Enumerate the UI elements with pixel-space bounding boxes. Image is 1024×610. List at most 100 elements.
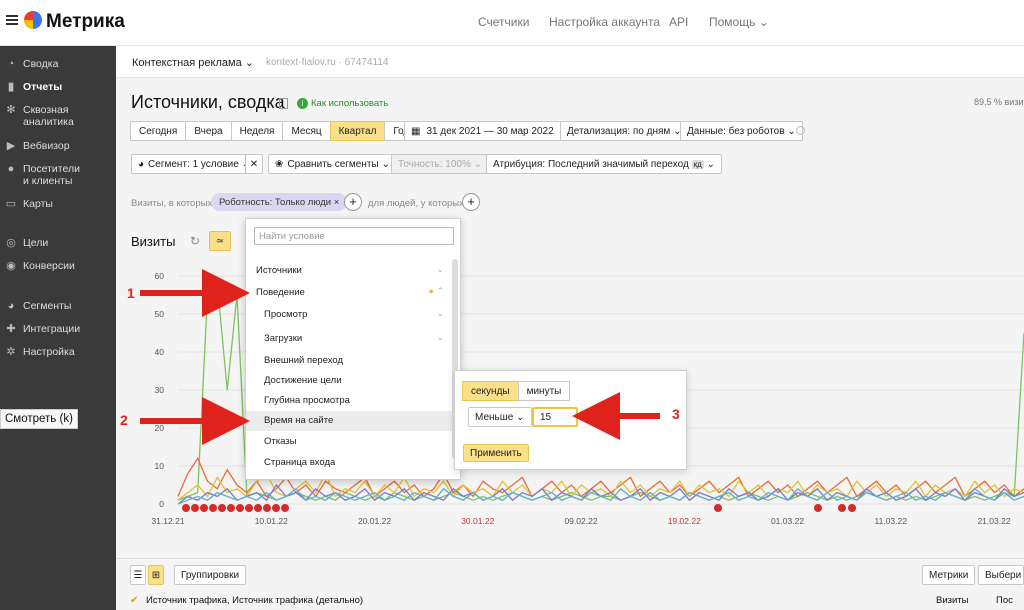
tree-view-button[interactable]: ⊞ bbox=[148, 565, 164, 585]
refresh-icon[interactable]: ↻ bbox=[190, 234, 200, 248]
help-icon[interactable] bbox=[796, 126, 805, 135]
holiday-marker[interactable] bbox=[182, 504, 190, 512]
holiday-marker[interactable] bbox=[236, 504, 244, 512]
period-week-button[interactable]: Неделя bbox=[230, 121, 284, 141]
sidebar-item-label: Конверсии bbox=[23, 260, 75, 272]
column-pos[interactable]: Пос bbox=[996, 595, 1013, 606]
dd-item-time-on-site[interactable]: Время на сайте bbox=[246, 411, 452, 431]
segment-clear-button[interactable]: ✕ bbox=[245, 154, 263, 174]
sidebar-item-goals[interactable]: ◎ Цели bbox=[5, 237, 115, 249]
bar-chart-icon: ▮ bbox=[7, 81, 15, 93]
annotation-3: 3 bbox=[672, 406, 680, 422]
period-month-button[interactable]: Месяц bbox=[282, 121, 331, 141]
period-today-button[interactable]: Сегодня bbox=[130, 121, 187, 141]
period-quarter-button[interactable]: Квартал bbox=[329, 121, 386, 141]
data-select[interactable]: Данные: без роботов ⌄ bbox=[680, 121, 803, 141]
robot-filter-chip[interactable]: Роботность: Только люди × bbox=[211, 193, 348, 211]
dd-item-behavior[interactable]: Поведение ● ⌃ bbox=[246, 283, 452, 303]
sidebar-item-settings[interactable]: ✲ Настройка bbox=[5, 346, 115, 358]
add-people-condition-button[interactable]: + bbox=[462, 193, 480, 211]
sidebar-item-conversions[interactable]: ◉ Конверсии bbox=[5, 260, 115, 272]
detail-select[interactable]: Детализация: по дням ⌄ bbox=[560, 121, 689, 141]
sidebar-item-summary[interactable]: ◔ Сводка bbox=[5, 58, 115, 70]
holiday-marker[interactable] bbox=[281, 504, 289, 512]
apply-button[interactable]: Применить bbox=[463, 444, 529, 462]
sidebar-item-reports[interactable]: ▮ Отчеты bbox=[5, 81, 115, 93]
sidebar-item-label: Вебвизор bbox=[23, 140, 70, 152]
chevron-down-icon: ⌄ bbox=[516, 411, 525, 423]
close-icon: ✕ bbox=[249, 158, 259, 170]
y-tick-label: 40 bbox=[155, 347, 165, 357]
operator-select[interactable]: Меньше ⌄ bbox=[468, 407, 532, 427]
checkbox-icon[interactable]: ✔ bbox=[130, 595, 138, 606]
holiday-marker[interactable] bbox=[200, 504, 208, 512]
column-visits[interactable]: Визиты bbox=[936, 595, 969, 606]
app-title[interactable]: Метрика bbox=[46, 11, 125, 33]
holiday-marker[interactable] bbox=[209, 504, 217, 512]
attribution-select[interactable]: Атрибуция: Последний значимый переход кд… bbox=[486, 154, 722, 174]
dd-item-external-link[interactable]: Внешний переход bbox=[246, 351, 452, 371]
holiday-marker[interactable] bbox=[714, 504, 722, 512]
nav-account-settings[interactable]: Настройка аккаунта bbox=[549, 15, 660, 29]
counter-selector[interactable]: Контекстная реклама ⌄ bbox=[132, 56, 254, 69]
tab-seconds[interactable]: секунды bbox=[462, 381, 519, 401]
list-view-button[interactable]: ☰ bbox=[130, 565, 146, 585]
holiday-marker[interactable] bbox=[838, 504, 846, 512]
holiday-marker[interactable] bbox=[272, 504, 280, 512]
add-visit-condition-button[interactable]: + bbox=[344, 193, 362, 211]
holiday-marker[interactable] bbox=[814, 504, 822, 512]
x-tick-label: 30.01.22 bbox=[461, 516, 494, 526]
dd-item-sources[interactable]: Источники ⌄ bbox=[246, 261, 452, 281]
dd-item-depth[interactable]: Глубина просмотра bbox=[246, 391, 452, 411]
sidebar-item-label: Сводка bbox=[23, 58, 59, 70]
sidebar-item-label: Сквозная аналитика bbox=[23, 104, 74, 128]
nav-counters[interactable]: Счетчики bbox=[478, 15, 529, 29]
date-range-picker[interactable]: ▦ 31 дек 2021 — 30 мар 2022 bbox=[404, 121, 561, 141]
close-icon[interactable]: × bbox=[334, 197, 340, 208]
gear-icon: ✻ bbox=[6, 104, 16, 116]
time-value-input[interactable]: 15 bbox=[532, 407, 578, 427]
nav-help[interactable]: Помощь ⌄ bbox=[709, 15, 769, 29]
sidebar-item-maps[interactable]: ▭ Карты bbox=[5, 198, 115, 210]
bookmark-icon[interactable] bbox=[279, 98, 288, 109]
compare-segments-button[interactable]: ❀ Сравнить сегменты ⌄ bbox=[268, 154, 397, 174]
sidebar-item-visitors[interactable]: ● Посетители и клиенты bbox=[5, 163, 115, 187]
howto-link[interactable]: Как использовать bbox=[311, 98, 388, 109]
sidebar: ◔ Сводка ▮ Отчеты ✻ Сквозная аналитика ▶ Веб… bbox=[0, 46, 116, 610]
map-icon: ▭ bbox=[5, 198, 17, 210]
dd-item-downloads[interactable]: Загрузки ⌄ bbox=[246, 329, 452, 349]
dd-item-view[interactable]: Просмотр ⌄ bbox=[246, 305, 452, 325]
holiday-marker[interactable] bbox=[245, 504, 253, 512]
holiday-marker[interactable] bbox=[191, 504, 199, 512]
holiday-marker[interactable] bbox=[254, 504, 262, 512]
metrics-button[interactable]: Метрики bbox=[922, 565, 976, 585]
segment-select[interactable]: ◕Сегмент: 1 условие ⌄ bbox=[131, 154, 257, 174]
bottom-toolbar: ☰ ⊞ Группировки Метрики Выбери ✔ Источни… bbox=[116, 558, 1024, 610]
annotation-1: 1 bbox=[127, 285, 135, 301]
segment-label: Сегмент: 1 условие bbox=[148, 158, 239, 170]
sidebar-item-integrations[interactable]: ✚ Интеграции bbox=[5, 323, 115, 335]
accuracy-select[interactable]: Точность: 100% ⌄ bbox=[391, 154, 490, 174]
dd-item-goal-reached[interactable]: Достижение цели bbox=[246, 371, 452, 391]
nav-api[interactable]: API bbox=[669, 15, 688, 29]
dd-item-entry-page[interactable]: Страница входа bbox=[246, 453, 452, 473]
sampling-percent: 89,5 % визит bbox=[974, 97, 1024, 107]
segment-icon: ◕ bbox=[138, 158, 145, 170]
holiday-marker[interactable] bbox=[227, 504, 235, 512]
holiday-marker[interactable] bbox=[218, 504, 226, 512]
menu-icon[interactable] bbox=[6, 15, 18, 25]
tab-minutes[interactable]: минуты bbox=[517, 381, 571, 401]
dd-item-bounces[interactable]: Отказы bbox=[246, 432, 452, 452]
attribution-label: Атрибуция: Последний значимый переход bbox=[493, 158, 689, 170]
tree-icon: ⊞ bbox=[151, 569, 161, 581]
holiday-marker[interactable] bbox=[263, 504, 271, 512]
holiday-marker[interactable] bbox=[848, 504, 856, 512]
sidebar-item-webvisor[interactable]: ▶ Вебвизор bbox=[5, 140, 115, 152]
condition-search-input[interactable]: Найти условие bbox=[254, 227, 454, 245]
period-yesterday-button[interactable]: Вчера bbox=[185, 121, 232, 141]
sidebar-item-segments[interactable]: ◕ Сегменты bbox=[5, 300, 115, 312]
select-button[interactable]: Выбери bbox=[978, 565, 1024, 585]
sidebar-item-end-to-end[interactable]: ✻ Сквозная аналитика bbox=[5, 104, 115, 128]
grouping-button[interactable]: Группировки bbox=[174, 565, 247, 585]
line-chart-button[interactable]: ≃ bbox=[209, 231, 231, 251]
